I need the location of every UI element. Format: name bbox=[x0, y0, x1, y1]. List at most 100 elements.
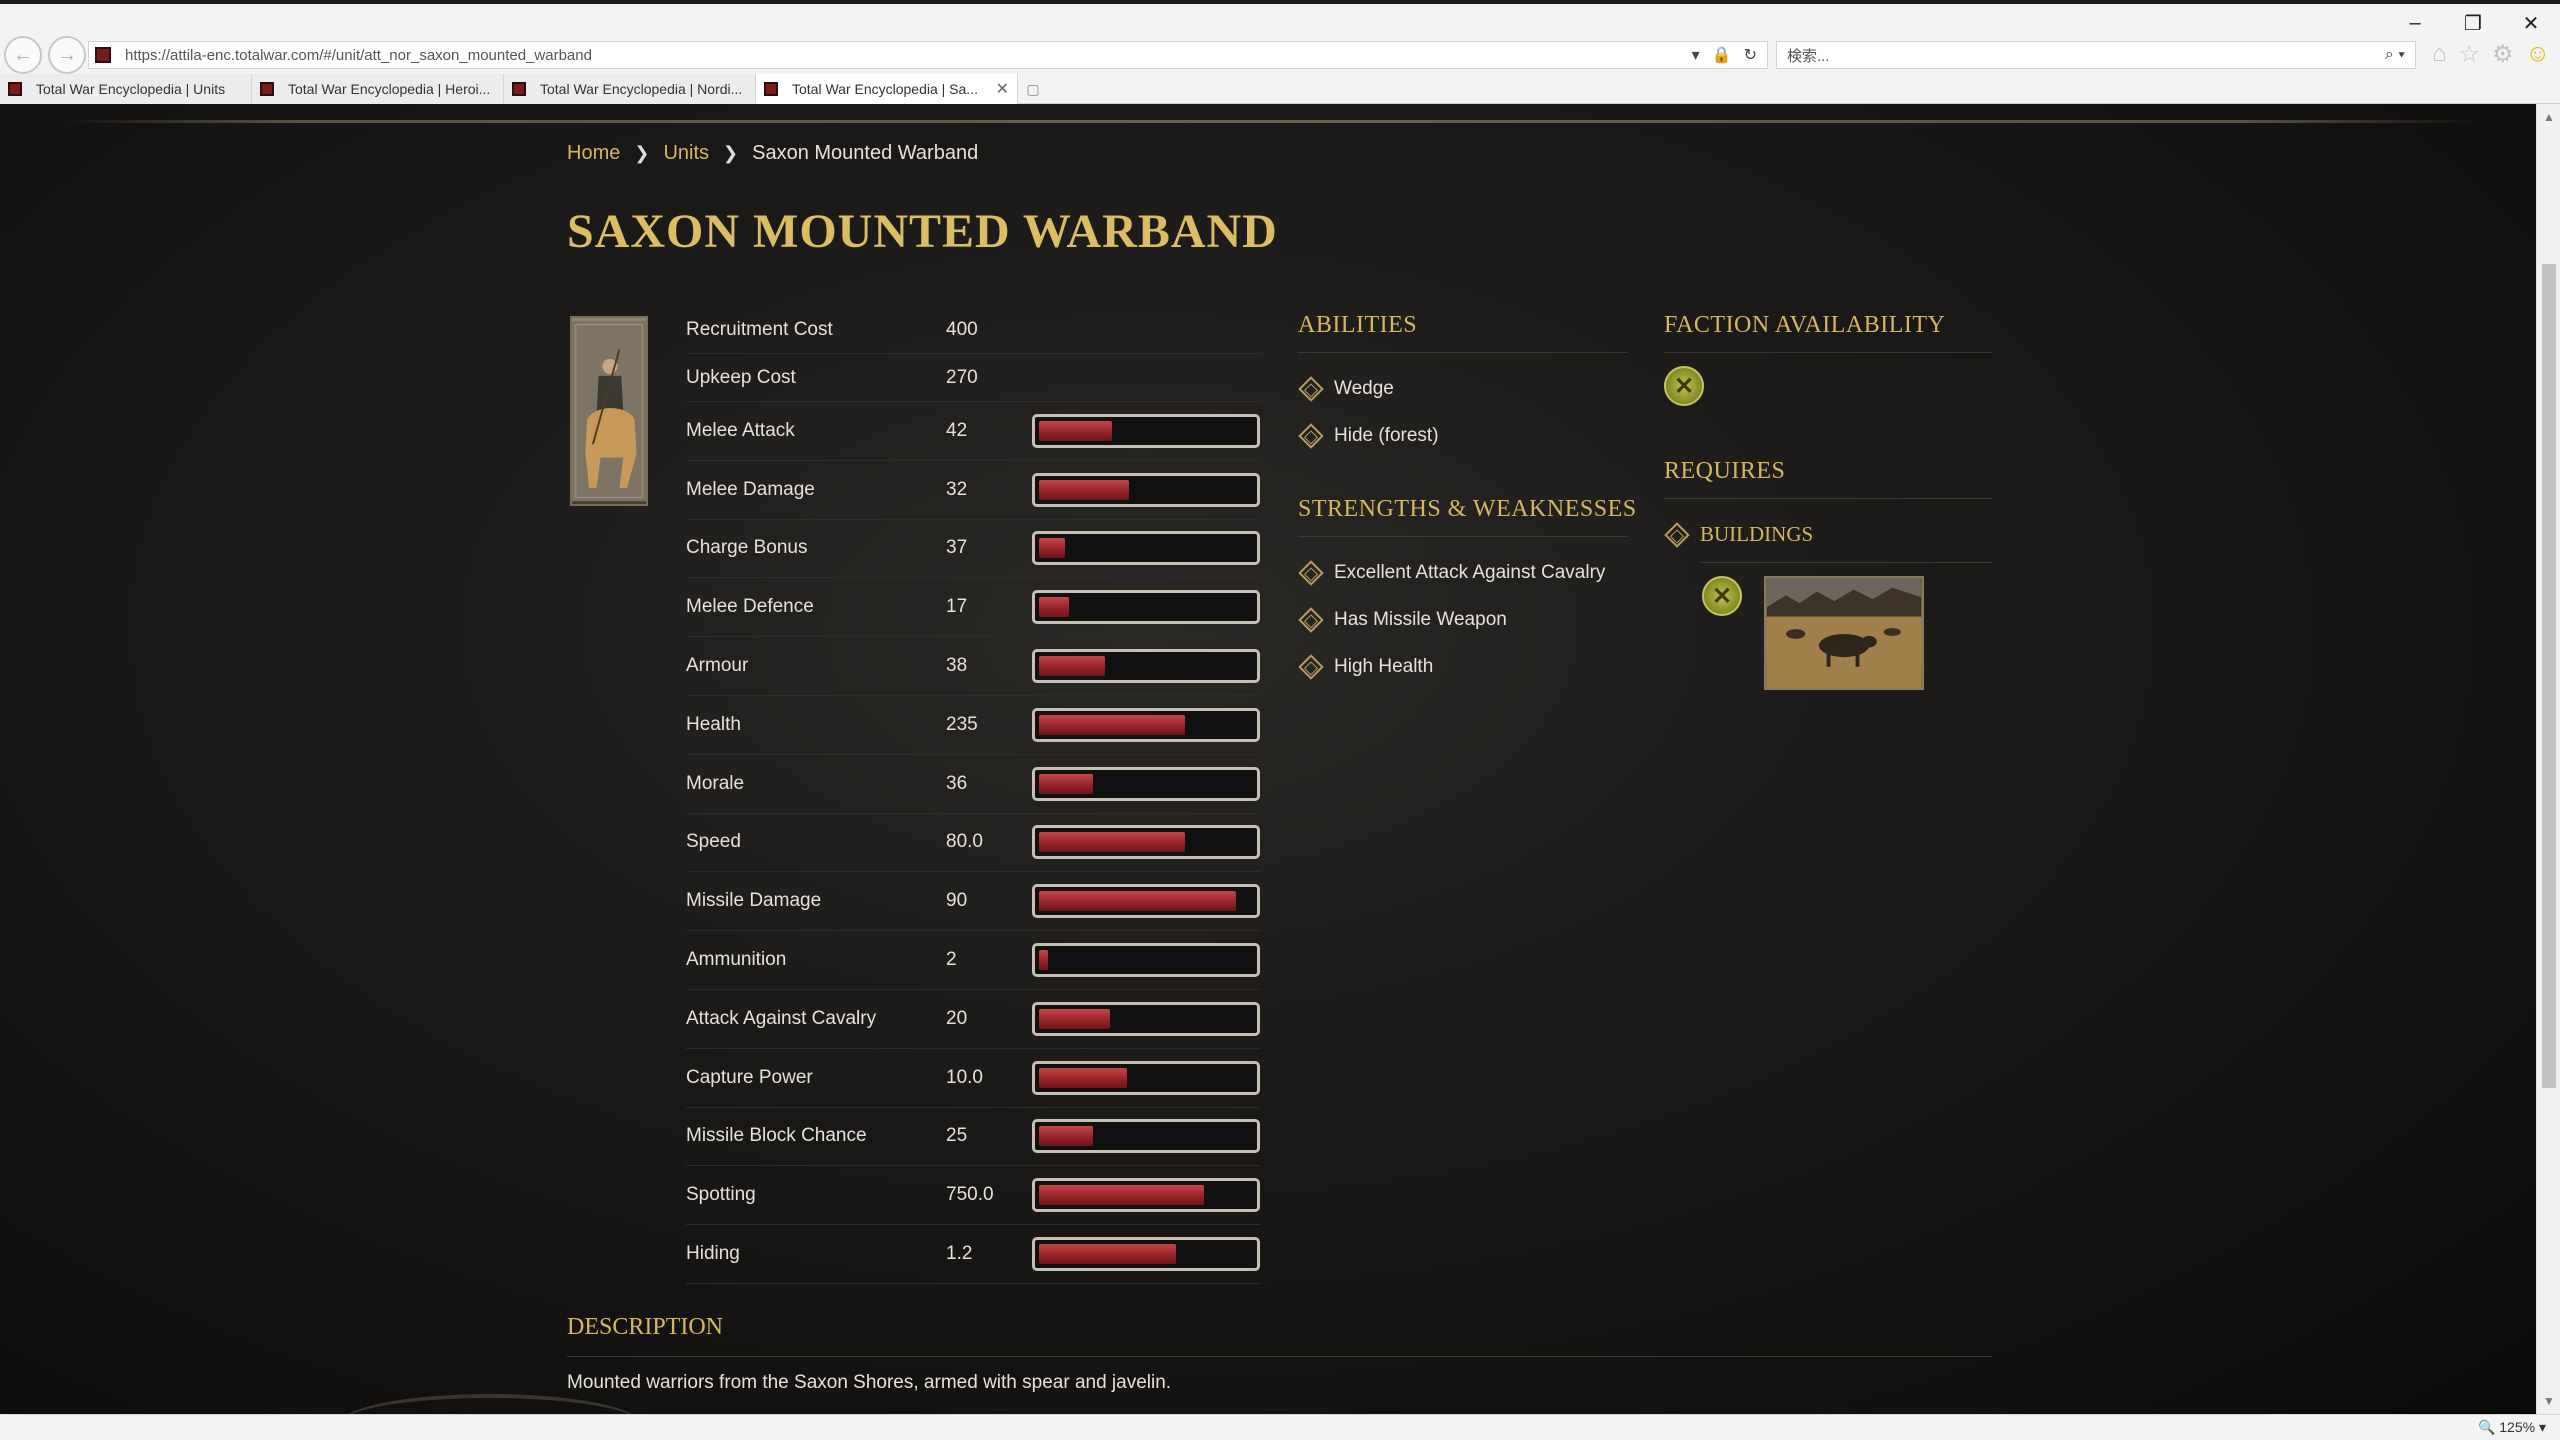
scroll-thumb[interactable] bbox=[2542, 264, 2556, 1088]
minimize-icon[interactable]: – bbox=[2386, 8, 2444, 38]
stat-bar bbox=[1032, 649, 1260, 684]
scroll-up-icon[interactable]: ▲ bbox=[2537, 106, 2560, 128]
stat-row: Capture Power 10.0 bbox=[686, 1049, 1260, 1108]
address-bar[interactable]: https://attila-enc.totalwar.com/#/unit/a… bbox=[88, 41, 1768, 69]
stat-name: Spotting bbox=[686, 1184, 756, 1206]
vertical-scrollbar[interactable]: ▲ ▼ bbox=[2536, 104, 2560, 1414]
forward-arrow-icon[interactable]: → bbox=[48, 36, 86, 74]
stat-row: Upkeep Cost 270 bbox=[686, 354, 1260, 402]
ability-item-hide-forest: Hide (forest) bbox=[1298, 423, 1439, 449]
zoom-level[interactable]: 🔍 125% ▾ bbox=[2478, 1419, 2546, 1436]
stat-bar-fill bbox=[1039, 479, 1129, 500]
stat-bar-fill bbox=[1039, 773, 1093, 794]
stat-value: 80.0 bbox=[946, 831, 983, 853]
scroll-down-icon[interactable]: ▼ bbox=[2537, 1390, 2560, 1412]
stat-bar-fill bbox=[1039, 1126, 1093, 1147]
stat-value: 17 bbox=[946, 596, 968, 618]
stat-name: Speed bbox=[686, 831, 741, 853]
close-window-icon[interactable]: ✕ bbox=[2502, 8, 2560, 38]
tab-heroes[interactable]: Total War Encyclopedia | Heroi... bbox=[252, 74, 504, 104]
stat-bar bbox=[1032, 1178, 1260, 1213]
stat-bar-fill bbox=[1039, 891, 1236, 912]
stat-bar-fill bbox=[1039, 1067, 1127, 1088]
diamond-bullet-icon bbox=[1298, 560, 1324, 586]
restore-icon[interactable]: ❐ bbox=[2444, 8, 2502, 38]
home-icon[interactable]: ⌂ bbox=[2432, 40, 2447, 69]
stat-bar-fill bbox=[1039, 538, 1065, 559]
stat-value: 2 bbox=[946, 949, 957, 971]
faction-emblem-icon[interactable]: ✕ bbox=[1664, 366, 1704, 406]
stat-bar-fill bbox=[1039, 1244, 1176, 1265]
requires-heading: REQUIRES bbox=[1664, 458, 1786, 484]
status-bar: 🔍 125% ▾ bbox=[0, 1414, 2560, 1440]
stat-row: Melee Defence 17 bbox=[686, 578, 1260, 638]
stat-value: 10.0 bbox=[946, 1066, 983, 1088]
ability-item-wedge: Wedge bbox=[1298, 376, 1394, 402]
stat-row: Missile Block Chance 25 bbox=[686, 1108, 1260, 1167]
search-input[interactable]: 検索... bbox=[1787, 45, 2385, 66]
breadcrumb-home-link[interactable]: Home bbox=[567, 142, 620, 165]
required-building-image[interactable] bbox=[1764, 576, 1924, 690]
stat-value: 25 bbox=[946, 1125, 968, 1147]
stat-name: Recruitment Cost bbox=[686, 318, 833, 340]
feedback-smiley-icon[interactable]: ☺ bbox=[2525, 40, 2550, 69]
stat-value: 750.0 bbox=[946, 1184, 994, 1206]
stat-bar bbox=[1032, 943, 1260, 978]
browser-chrome: – ❐ ✕ ← → https://attila-enc.totalwar.co… bbox=[0, 0, 2560, 104]
stat-row: Melee Attack 42 bbox=[686, 402, 1260, 461]
window-top-strip bbox=[0, 0, 2560, 4]
stat-value: 1.2 bbox=[946, 1243, 973, 1265]
description-heading: DESCRIPTION bbox=[567, 1314, 724, 1340]
diamond-bullet-icon bbox=[1664, 521, 1690, 548]
search-icon[interactable]: ⌕ ▾ bbox=[2385, 46, 2405, 64]
refresh-icon[interactable]: ↻ bbox=[1744, 45, 1757, 65]
unit-portrait-image bbox=[572, 320, 646, 502]
stat-name: Melee Defence bbox=[686, 596, 814, 618]
browser-toolbar: ⌂ ☆ ⚙ ☺ bbox=[2432, 40, 2550, 69]
requires-divider bbox=[1664, 498, 1992, 499]
stat-row: Ammunition 2 bbox=[686, 931, 1260, 990]
pasture-building-picture bbox=[1766, 578, 1922, 688]
tab-nordic[interactable]: Total War Encyclopedia | Nordi... bbox=[504, 74, 756, 104]
stat-value: 38 bbox=[946, 655, 968, 677]
stat-name: Armour bbox=[686, 655, 749, 677]
stat-row: Charge Bonus 37 bbox=[686, 520, 1260, 579]
site-favicon-icon bbox=[95, 47, 111, 63]
building-faction-emblem-icon[interactable]: ✕ bbox=[1702, 576, 1742, 616]
tab-close-icon[interactable]: ✕ bbox=[996, 79, 1009, 99]
abilities-heading: ABILITIES bbox=[1298, 312, 1418, 338]
stat-row: Spotting 750.0 bbox=[686, 1166, 1260, 1226]
buildings-subheading: BUILDINGS bbox=[1664, 521, 1813, 548]
stat-name: Ammunition bbox=[686, 949, 787, 971]
stat-row: Hiding 1.2 bbox=[686, 1225, 1260, 1284]
address-url[interactable]: https://attila-enc.totalwar.com/#/unit/a… bbox=[125, 47, 1692, 64]
stat-row: Melee Damage 32 bbox=[686, 461, 1260, 520]
lock-icon[interactable]: 🔒 bbox=[1712, 45, 1732, 65]
stat-row: Armour 38 bbox=[686, 637, 1260, 696]
stat-row: Morale 36 bbox=[686, 755, 1260, 814]
decorative-arc bbox=[340, 1394, 640, 1414]
favorites-star-icon[interactable]: ☆ bbox=[2458, 40, 2480, 69]
abilities-divider bbox=[1298, 352, 1628, 353]
settings-gear-icon[interactable]: ⚙ bbox=[2492, 40, 2514, 69]
stat-name: Missile Block Chance bbox=[686, 1125, 867, 1147]
stat-name: Hiding bbox=[686, 1243, 740, 1265]
tab-saxon-active[interactable]: Total War Encyclopedia | Sa... ✕ bbox=[756, 74, 1018, 104]
tab-favicon-icon bbox=[512, 82, 526, 96]
back-arrow-icon[interactable]: ← bbox=[4, 36, 42, 74]
breadcrumb-units-link[interactable]: Units bbox=[663, 142, 709, 165]
stat-value: 32 bbox=[946, 478, 968, 500]
tab-favicon-icon bbox=[260, 82, 274, 96]
dropdown-icon[interactable]: ▾ bbox=[1692, 45, 1700, 65]
tab-units[interactable]: Total War Encyclopedia | Units bbox=[0, 74, 252, 104]
page-content: Home ❯ Units ❯ Saxon Mounted Warband SAX… bbox=[0, 104, 2536, 1414]
stat-name: Charge Bonus bbox=[686, 537, 808, 559]
new-tab-icon[interactable]: ▢ bbox=[1018, 74, 1048, 104]
search-box[interactable]: 検索... ⌕ ▾ bbox=[1776, 41, 2416, 69]
stat-bar-fill bbox=[1039, 714, 1185, 735]
strength-item: High Health bbox=[1298, 654, 1433, 680]
stat-row: Missile Damage 90 bbox=[686, 872, 1260, 932]
tab-favicon-icon bbox=[764, 82, 778, 96]
stat-row: Health 235 bbox=[686, 696, 1260, 755]
window-controls: – ❐ ✕ bbox=[2386, 8, 2560, 38]
